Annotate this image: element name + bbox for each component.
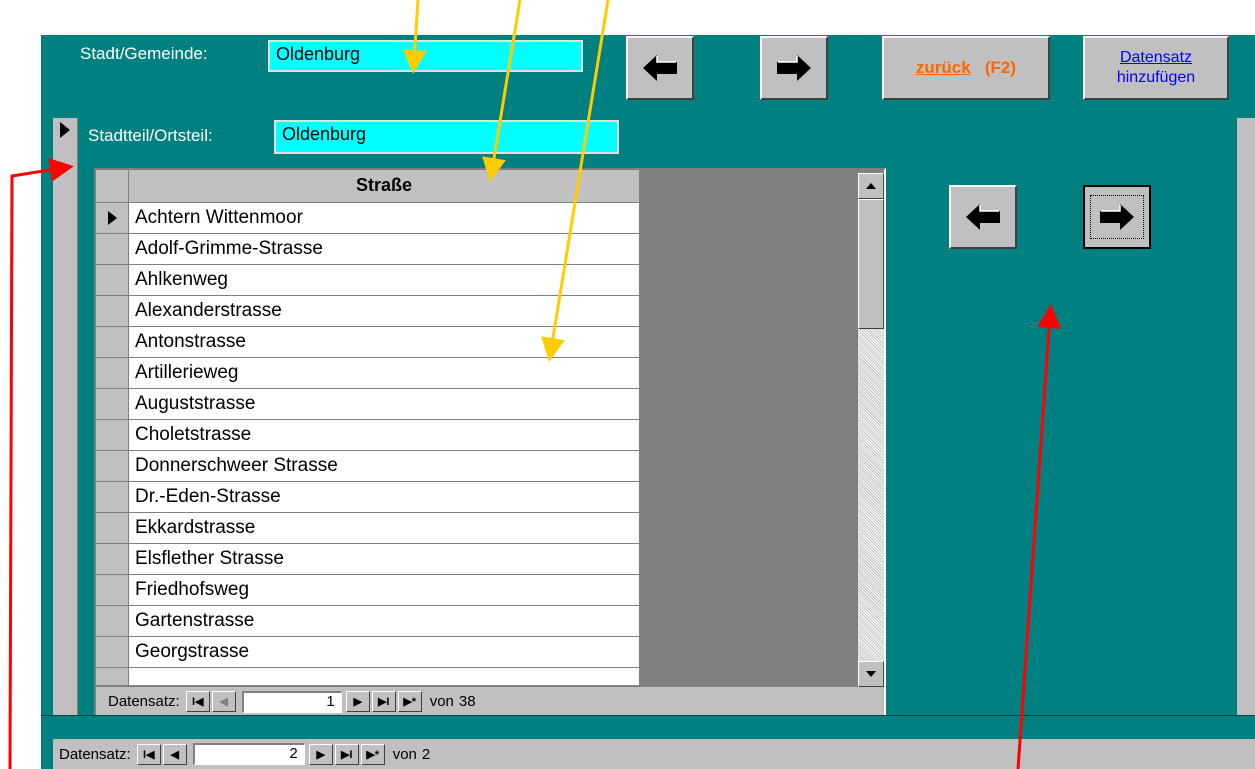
yellow-arrow-3 bbox=[541, 0, 610, 362]
annotation-arrows bbox=[8, 0, 1062, 769]
yellow-arrow-2 bbox=[482, 0, 522, 182]
yellow-arrow-1 bbox=[402, 0, 427, 74]
red-arrow-left bbox=[8, 158, 74, 769]
red-arrow-right bbox=[1016, 304, 1062, 769]
